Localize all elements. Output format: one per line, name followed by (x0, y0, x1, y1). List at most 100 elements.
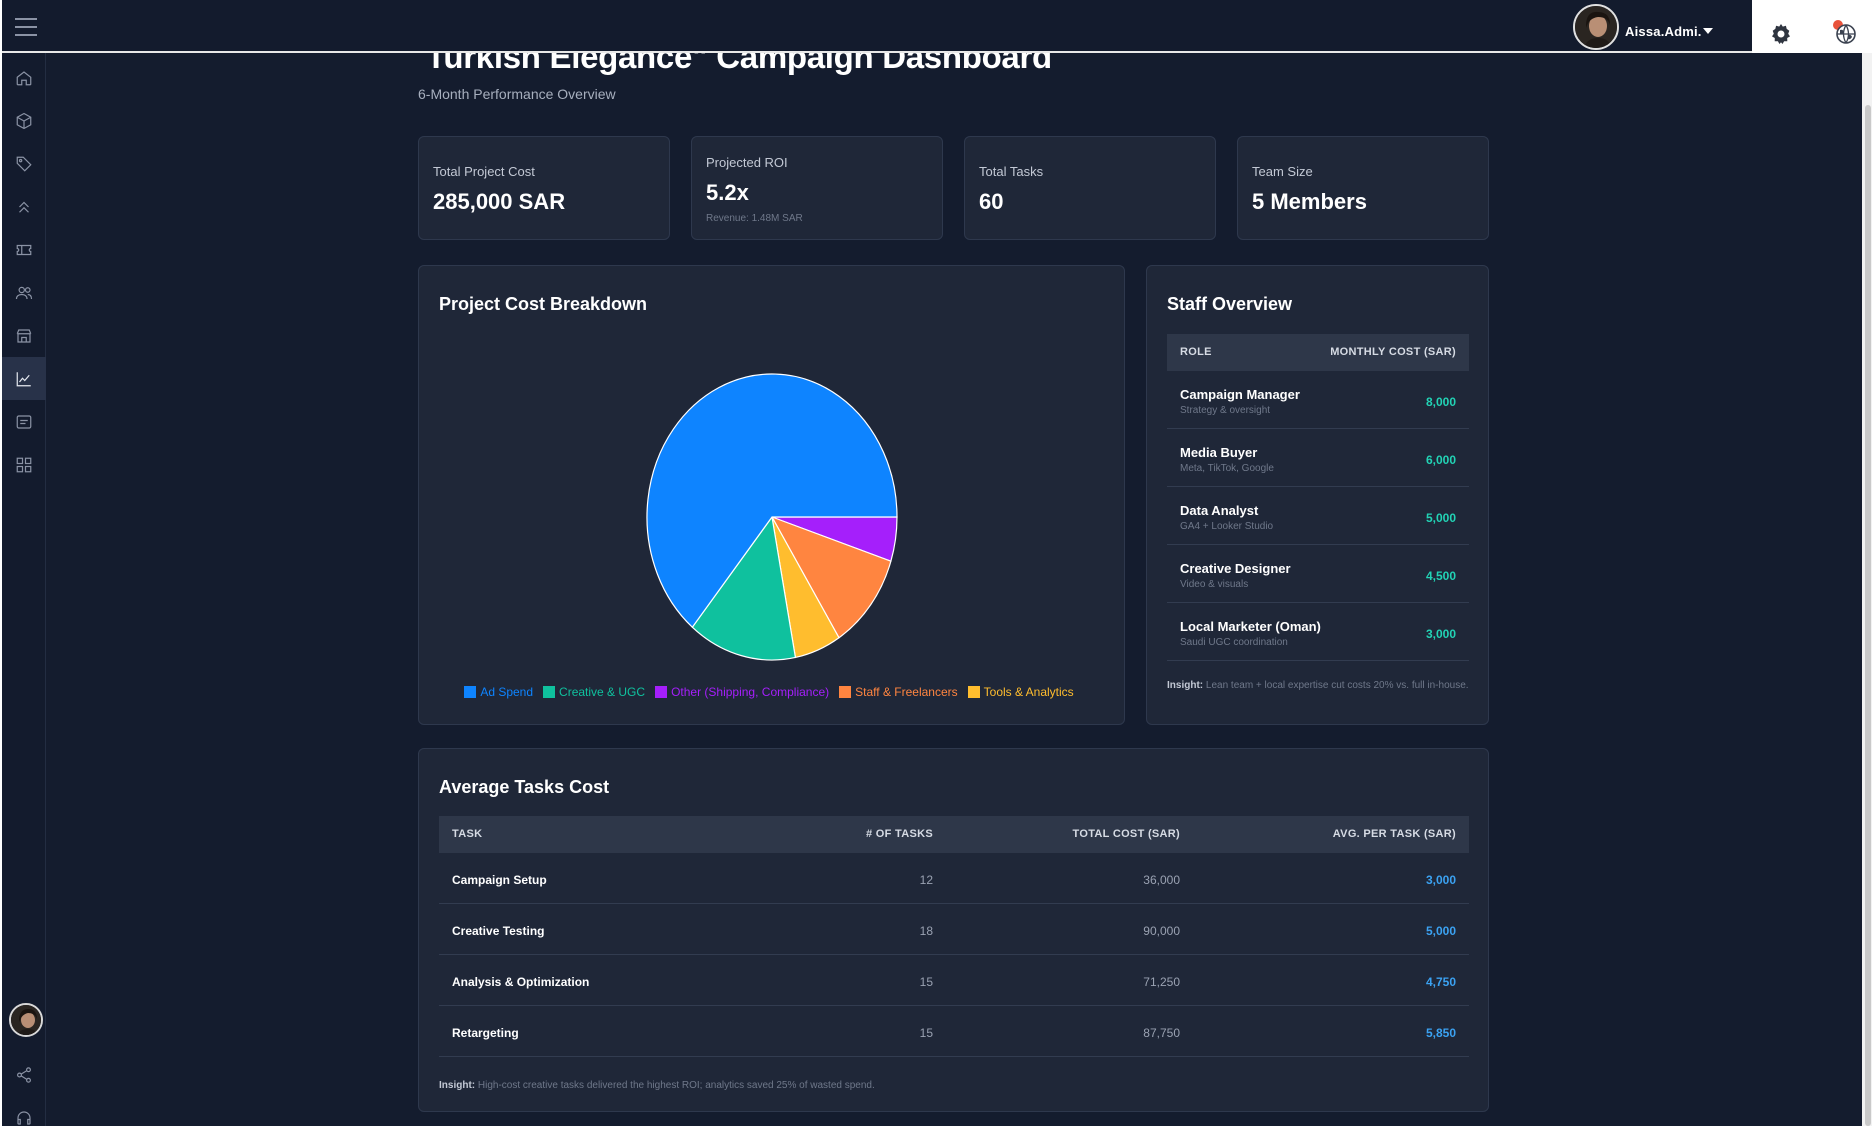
gear-icon[interactable] (1769, 22, 1793, 46)
legend-item[interactable]: Staff & Freelancers (839, 685, 958, 699)
user-avatar[interactable] (1573, 4, 1619, 50)
stat-label: Total Tasks (979, 164, 1044, 179)
cube-icon[interactable] (2, 99, 46, 142)
column-header-avg: AVG. PER TASK (SAR) (1332, 828, 1456, 840)
table-row: Creative Designer Video & visuals 4,500 (1167, 545, 1469, 603)
column-header-cost: MONTHLY COST (SAR) (1330, 346, 1456, 358)
insight-text: Lean team + local expertise cut costs 20… (1205, 680, 1469, 691)
insight-label: Insight: (1167, 680, 1204, 691)
role-name: Media Buyer (1180, 445, 1258, 460)
task-name: Retargeting (452, 1026, 519, 1040)
tasks-insight: Insight: High-cost creative tasks delive… (439, 1080, 875, 1091)
role-cost: 5,000 (1425, 511, 1456, 525)
tasks-table-header: TASK # OF TASKS TOTAL COST (SAR) AVG. PE… (439, 816, 1469, 853)
card-title: Average Tasks Cost (439, 777, 610, 797)
globe-icon[interactable] (1834, 22, 1858, 46)
legend-label: Staff & Freelancers (855, 685, 958, 699)
legend-item[interactable]: Ad Spend (464, 685, 533, 699)
table-row: Analysis & Optimization 15 71,250 4,750 (439, 955, 1469, 1006)
legend-label: Tools & Analytics (983, 685, 1074, 699)
task-count: 18 (919, 924, 933, 938)
role-description: Strategy & oversight (1180, 405, 1271, 416)
task-name: Campaign Setup (452, 873, 547, 887)
legend-label: Ad Spend (480, 685, 534, 699)
chevrons-up-icon[interactable] (2, 185, 46, 228)
stat-note: Revenue: 1.48M SAR (706, 213, 803, 224)
message-icon[interactable] (2, 400, 46, 443)
share-icon[interactable] (2, 1053, 46, 1096)
store-icon[interactable] (2, 314, 46, 357)
table-row: Media Buyer Meta, TikTok, Google 6,000 (1167, 429, 1469, 487)
role-cost: 6,000 (1425, 453, 1456, 467)
column-header-task: TASK (452, 828, 483, 840)
headset-icon[interactable] (2, 1096, 46, 1126)
legend-item[interactable]: Tools & Analytics (967, 685, 1074, 699)
stat-value: 285,000 SAR (433, 189, 566, 214)
users-icon[interactable] (2, 271, 46, 314)
role-cost: 3,000 (1425, 627, 1456, 641)
user-name[interactable]: Aissa.Admi. (1625, 24, 1702, 39)
legend-swatch (655, 686, 668, 698)
card-title: Staff Overview (1167, 294, 1293, 314)
page-subtitle: 6-Month Performance Overview (418, 86, 616, 102)
legend-swatch (543, 686, 556, 698)
task-total: 71,250 (1143, 975, 1180, 989)
stat-value: 5 Members (1252, 189, 1367, 214)
stat-card-total-cost: Total Project Cost 285,000 SAR (418, 136, 670, 240)
home-icon[interactable] (2, 56, 46, 99)
staff-overview-card: Staff Overview ROLE MONTHLY COST (SAR) C… (1146, 265, 1489, 725)
table-row: Data Analyst GA4 + Looker Studio 5,000 (1167, 487, 1469, 545)
stat-value: 5.2x (706, 180, 749, 205)
legend-item[interactable]: Other (Shipping, Compliance) (655, 685, 829, 699)
task-count: 15 (919, 975, 933, 989)
stat-label: Total Project Cost (433, 164, 535, 179)
role-cost: 4,500 (1425, 569, 1456, 583)
table-row: Creative Testing 18 90,000 5,000 (439, 904, 1469, 955)
task-count: 15 (919, 1026, 933, 1040)
stat-label: Projected ROI (706, 155, 788, 170)
column-header-role: ROLE (1180, 346, 1212, 358)
table-row: Retargeting 15 87,750 5,850 (439, 1006, 1469, 1057)
table-row: Campaign Manager Strategy & oversight 8,… (1167, 371, 1469, 429)
grid-icon[interactable] (2, 443, 46, 486)
chevron-down-icon[interactable] (1703, 28, 1713, 34)
legend-label: Other (Shipping, Compliance) (671, 685, 830, 699)
task-name: Analysis & Optimization (452, 975, 590, 989)
role-name: Data Analyst (1180, 503, 1259, 518)
tag-icon[interactable] (2, 142, 46, 185)
chart-line-icon[interactable] (2, 357, 46, 400)
legend-label: Creative & UGC (559, 685, 646, 699)
task-avg: 5,850 (1425, 1026, 1456, 1040)
top-bar: Aissa.Admi. (2, 0, 1752, 53)
scrollbar-thumb[interactable] (1865, 105, 1871, 1126)
tasks-cost-card: Average Tasks Cost TASK # OF TASKS TOTAL… (418, 748, 1489, 1112)
role-description: Video & visuals (1180, 579, 1249, 590)
role-name: Campaign Manager (1180, 387, 1300, 402)
ticket-icon[interactable] (2, 228, 46, 271)
task-total: 36,000 (1143, 873, 1180, 887)
chart-legend: Ad Spend Creative & UGC Other (Shipping, C… (464, 685, 1074, 699)
insight-label: Insight: (439, 1080, 476, 1091)
legend-item[interactable]: Creative & UGC (543, 685, 645, 699)
task-count: 12 (919, 873, 933, 887)
role-name: Local Marketer (Oman) (1180, 619, 1321, 634)
stat-value: 60 (979, 189, 1004, 214)
task-avg: 3,000 (1425, 873, 1456, 887)
stat-label: Team Size (1252, 164, 1313, 179)
legend-swatch (967, 686, 980, 698)
sidebar-avatar[interactable] (9, 1003, 43, 1037)
staff-insight: Insight: Lean team + local expertise cut… (1167, 680, 1469, 691)
role-cost: 8,000 (1425, 395, 1456, 409)
role-name: Creative Designer (1180, 561, 1291, 576)
column-header-count: # OF TASKS (866, 828, 933, 840)
app-window: Turkish Elegance" Campaign Dashboard 6-M… (2, 0, 1872, 1126)
task-avg: 4,750 (1425, 975, 1456, 989)
menu-icon[interactable] (15, 18, 37, 36)
task-name: Creative Testing (452, 924, 545, 938)
table-row: Campaign Setup 12 36,000 3,000 (439, 853, 1469, 904)
sidebar (2, 53, 46, 1126)
table-row: Local Marketer (Oman) Saudi UGC coordina… (1167, 603, 1469, 661)
cost-breakdown-card: Project Cost Breakdown Ad Spend Creative … (418, 265, 1125, 725)
task-avg: 5,000 (1425, 924, 1456, 938)
task-total: 87,750 (1143, 1026, 1180, 1040)
